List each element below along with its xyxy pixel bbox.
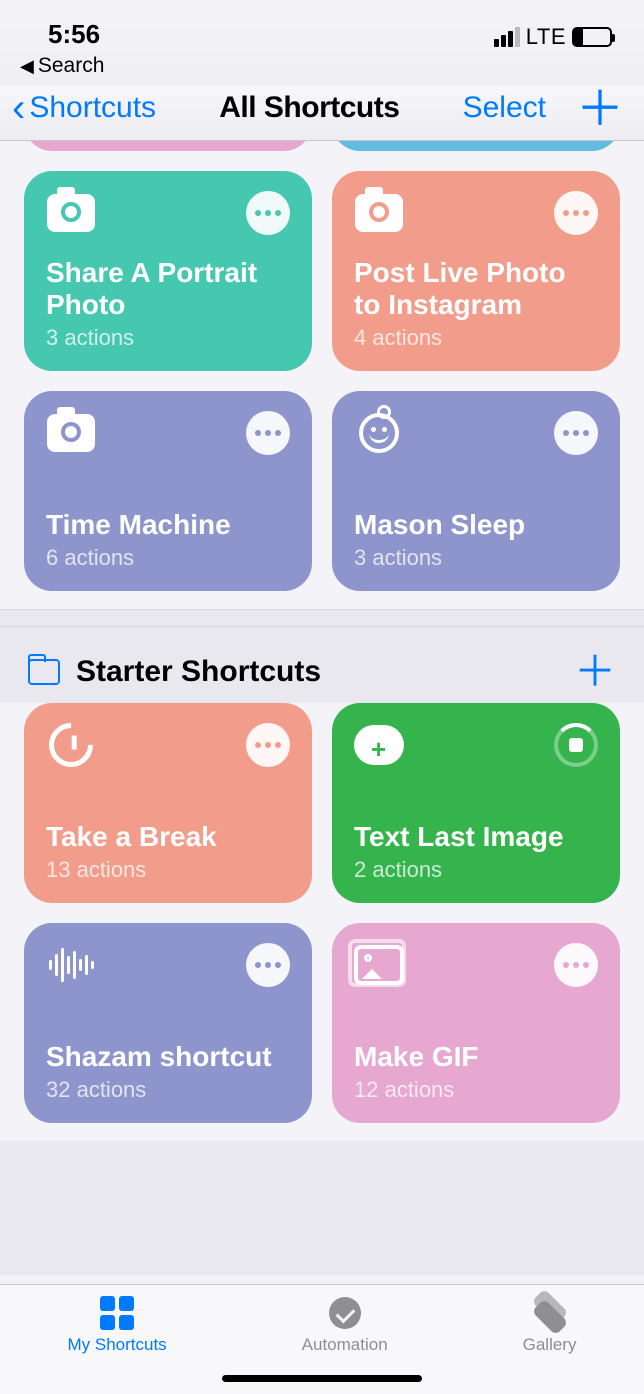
waveform-icon [46,943,96,987]
tab-my-shortcuts[interactable]: My Shortcuts [67,1295,166,1355]
tab-label: Automation [302,1335,388,1355]
camera-icon [46,191,96,235]
network-label: LTE [526,24,566,50]
back-caret-icon: ◀ [20,56,34,77]
chevron-left-icon: ‹ [12,88,25,128]
status-time: 5:56 [48,19,100,50]
nav-back[interactable]: ‹ Shortcuts [12,88,156,128]
page-title: All Shortcuts [219,91,399,125]
more-button[interactable] [554,411,598,455]
folder-icon [28,659,60,685]
shortcut-card[interactable]: Upload Last Photo 4 actions [332,141,620,151]
running-stop-button[interactable] [554,723,598,767]
add-shortcut-button[interactable]: ＋ [576,96,624,125]
nav-back-label: Shortcuts [29,91,156,125]
shortcut-title: Post Live Photo to Instagram [354,257,598,321]
tab-label: My Shortcuts [67,1335,166,1355]
shortcut-card[interactable]: Post Live Photo to Instagram 4 actions [332,171,620,371]
scroll-area[interactable]: Convert Burst To GIF 10 actions Upload L… [0,141,644,1275]
tab-label: Gallery [523,1335,577,1355]
more-button[interactable] [554,943,598,987]
shortcut-title: Share A Portrait Photo [46,257,290,321]
section-title[interactable]: Starter Shortcuts [76,655,321,689]
shortcut-card[interactable]: + Text Last Image 2 actions [332,703,620,903]
shortcut-card[interactable]: Shazam shortcut 32 actions [24,923,312,1123]
shortcut-title: Time Machine [46,509,290,541]
shortcut-card[interactable]: Time Machine 6 actions [24,391,312,591]
shortcut-subtitle: 3 actions [354,545,598,571]
message-plus-icon: + [354,723,404,767]
shortcut-subtitle: 3 actions [46,325,290,351]
shortcut-subtitle: 12 actions [354,1077,598,1103]
grid-icon [100,1296,134,1330]
more-button[interactable] [554,191,598,235]
shortcut-subtitle: 13 actions [46,857,290,883]
breadcrumb-label: Search [38,54,105,78]
shortcut-title: Take a Break [46,821,290,853]
shortcut-title: Shazam shortcut [46,1041,290,1073]
shortcut-card[interactable]: Share A Portrait Photo 3 actions [24,171,312,371]
status-bar: 5:56 LTE [0,0,644,52]
shortcut-card[interactable]: Mason Sleep 3 actions [332,391,620,591]
battery-icon [572,27,612,47]
camera-icon [354,191,404,235]
shortcut-subtitle: 32 actions [46,1077,290,1103]
shortcut-title: Text Last Image [354,821,598,853]
camera-icon [46,411,96,455]
select-button[interactable]: Select [463,91,546,125]
shortcut-title: Make GIF [354,1041,598,1073]
baby-icon [354,411,404,455]
shortcut-card[interactable]: Take a Break 13 actions [24,703,312,903]
nav-bar: ‹ Shortcuts All Shortcuts Select ＋ [0,86,644,141]
tab-automation[interactable]: Automation [302,1295,388,1355]
shortcut-card[interactable]: Make GIF 12 actions [332,923,620,1123]
add-to-section-button[interactable]: ＋ [574,659,616,684]
shortcut-subtitle: 4 actions [354,325,598,351]
home-indicator[interactable] [222,1375,422,1382]
more-button[interactable] [246,723,290,767]
clock-icon [329,1297,361,1329]
timer-icon [46,723,96,767]
shortcut-subtitle: 2 actions [354,857,598,883]
shortcut-title: Mason Sleep [354,509,598,541]
tab-gallery[interactable]: Gallery [523,1295,577,1355]
images-icon [354,943,404,987]
signal-icon [494,27,520,47]
section-header: Starter Shortcuts ＋ [0,627,644,703]
shortcut-card[interactable]: Convert Burst To GIF 10 actions [24,141,312,151]
breadcrumb[interactable]: ◀ Search [0,52,644,86]
shortcut-subtitle: 6 actions [46,545,290,571]
more-button[interactable] [246,411,290,455]
stack-icon [533,1298,567,1328]
more-button[interactable] [246,191,290,235]
more-button[interactable] [246,943,290,987]
